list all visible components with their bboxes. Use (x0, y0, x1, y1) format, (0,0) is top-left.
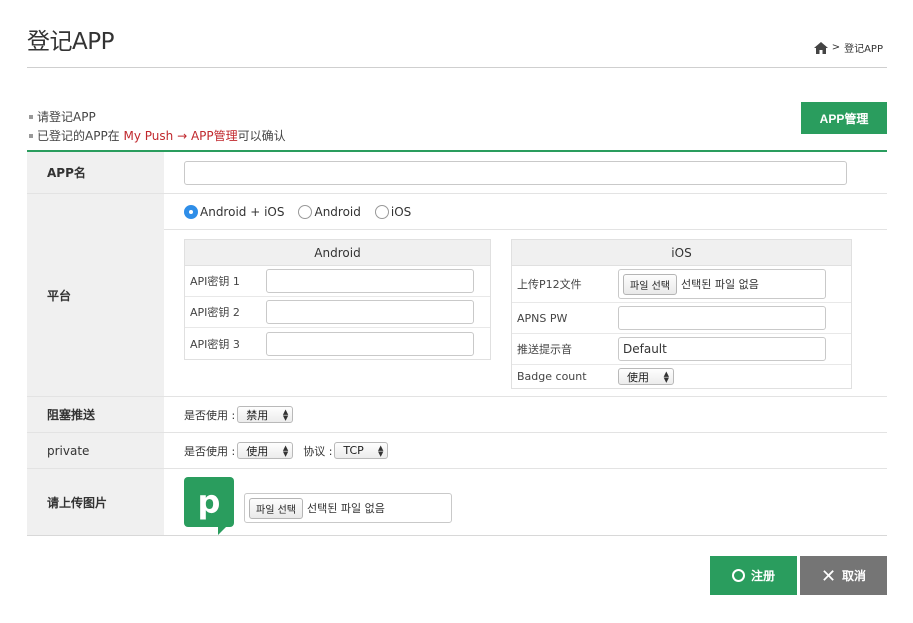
row-upload-image: 请上传图片 p 파일 선택 선택된 파일 없음 (27, 469, 887, 536)
app-name-input[interactable] (184, 160, 847, 185)
breadcrumb-current: 登记APP (844, 44, 883, 55)
radio-checked-icon (184, 204, 198, 219)
apns-pw-label: APNS PW (517, 311, 568, 325)
block-push-select[interactable]: 禁用 ▲ ▼ (237, 406, 294, 423)
radio-ios[interactable]: iOS (374, 204, 411, 219)
image-file-status: 선택된 파일 없음 (306, 502, 385, 515)
api-key-1-input[interactable] (266, 269, 474, 293)
my-push-link[interactable]: My Push → APP管理 (124, 129, 238, 143)
api-key-1-label: API密钥 1 (190, 275, 240, 288)
private-use-select[interactable]: 使用 ▲ ▼ (237, 442, 294, 459)
p12-upload-label: 上传P12文件 (517, 278, 582, 291)
private-label: private (27, 433, 164, 468)
ios-settings-table: iOS 上传P12文件 파일 선택 선택된 파일 없음 APNS PW 推送提示… (511, 239, 852, 389)
apns-pw-input[interactable] (618, 306, 826, 330)
private-use-label: 是否使用 : (184, 444, 236, 458)
android-header: Android (185, 240, 490, 266)
notes: 请登记APP 已登记的APP在 My Push → APP管理可以确认 (29, 108, 286, 146)
image-file-button[interactable]: 파일 선택 (249, 497, 303, 519)
api-key-2-label: API密钥 2 (190, 306, 240, 319)
platform-label: 平台 (27, 194, 164, 396)
api-key-2-input[interactable] (266, 300, 474, 324)
app-logo-preview: p (184, 477, 234, 535)
home-icon[interactable] (813, 41, 828, 54)
block-push-label: 阻塞推送 (27, 397, 164, 432)
radio-android[interactable]: Android (298, 204, 361, 219)
row-block-push: 阻塞推送 是否使用 : 禁用 ▲ ▼ (27, 397, 887, 433)
note-line-2: 已登记的APP在 My Push → APP管理可以确认 (29, 127, 286, 146)
push-sound-input[interactable] (618, 337, 826, 361)
p12-file-picker: 파일 선택 선택된 파일 없음 (618, 269, 826, 299)
select-arrows-icon: ▲ ▼ (282, 407, 289, 422)
breadcrumb-separator: > (831, 42, 841, 53)
bullet-icon (29, 114, 33, 119)
row-platform: 平台 Android + iOS Android iOS Android API… (27, 194, 887, 397)
app-manage-button[interactable]: APP管理 (801, 102, 887, 134)
select-arrows-icon: ▲ ▼ (378, 443, 384, 458)
upload-image-label: 请上传图片 (27, 469, 164, 535)
block-push-use-label: 是否使用 : (184, 408, 236, 422)
ios-header: iOS (512, 240, 851, 266)
api-key-3-input[interactable] (266, 331, 474, 356)
circle-icon (731, 569, 745, 582)
radio-unchecked-icon (374, 204, 389, 219)
register-button[interactable]: 注册 (710, 556, 797, 595)
radio-unchecked-icon (298, 204, 313, 219)
image-file-picker: 파일 선택 선택된 파일 없음 (244, 493, 452, 523)
title-divider (27, 67, 887, 68)
badge-count-select[interactable]: 使用 ▲ ▼ (618, 368, 674, 385)
note-line-1: 请登记APP (29, 108, 286, 127)
protocol-select[interactable]: TCP ▲ ▼ (334, 442, 389, 459)
close-icon: ✕ (820, 565, 837, 586)
cancel-button[interactable]: ✕ 取消 (800, 556, 887, 595)
android-key-table: Android API密钥 1 API密钥 2 API密钥 3 (184, 239, 491, 360)
app-name-label: APP名 (27, 152, 164, 193)
select-arrows-icon: ▲ ▼ (663, 369, 669, 384)
select-arrows-icon: ▲ ▼ (282, 443, 289, 458)
p12-file-button[interactable]: 파일 선택 (623, 273, 677, 295)
platform-radio-group: Android + iOS Android iOS (184, 204, 411, 219)
radio-android-ios[interactable]: Android + iOS (184, 204, 284, 219)
page-title: 登记APP (27, 29, 114, 55)
p12-file-status: 선택된 파일 없음 (680, 278, 759, 291)
breadcrumb: > 登记APP (813, 40, 883, 55)
row-private: private 是否使用 : 使用 ▲ ▼ 协议 : TCP ▲ ▼ (27, 433, 887, 469)
register-form: APP名 平台 Android + iOS Android iOS Androi… (27, 150, 887, 536)
row-app-name: APP名 (27, 152, 887, 194)
badge-count-label: Badge count (517, 370, 587, 383)
api-key-3-label: API密钥 3 (190, 337, 240, 351)
bullet-icon (29, 133, 33, 138)
protocol-label: 协议 : (303, 444, 333, 458)
push-sound-label: 推送提示音 (517, 343, 572, 356)
